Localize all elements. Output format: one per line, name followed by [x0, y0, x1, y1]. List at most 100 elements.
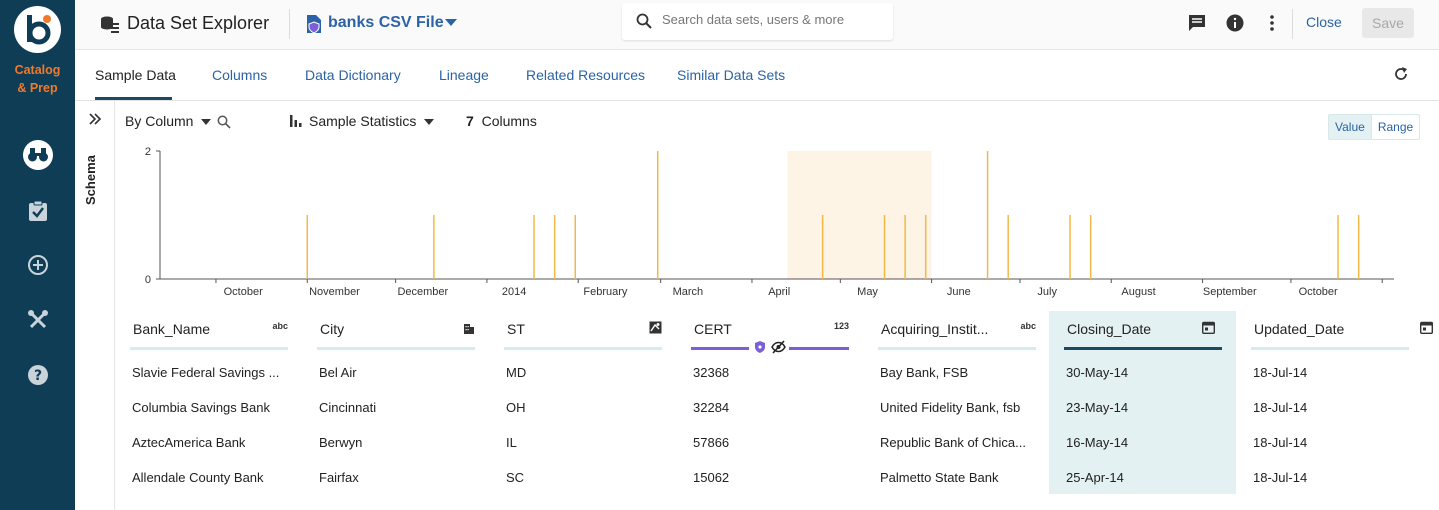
histogram-bar[interactable] — [904, 215, 906, 279]
chevron-down-icon — [201, 119, 212, 126]
table-cell[interactable]: Republic Bank of Chica... — [880, 435, 1026, 450]
table-cell[interactable]: Fairfax — [319, 470, 359, 485]
info-icon — [1226, 14, 1244, 32]
histogram-bar[interactable] — [433, 215, 435, 279]
table-cell[interactable]: Palmetto State Bank — [880, 470, 999, 485]
table-cell[interactable]: 18-Jul-14 — [1253, 400, 1307, 415]
table-cell[interactable]: OH — [506, 400, 526, 415]
table-cell[interactable]: Allendale County Bank — [132, 470, 264, 485]
table-column: City Bel Air Cincinnati Berwyn Fairfax — [317, 311, 504, 494]
chevron-down-icon[interactable] — [445, 19, 457, 26]
x-tick-label: May — [857, 286, 878, 298]
sidebar-item-explore[interactable] — [23, 140, 53, 170]
add-circle-icon — [28, 255, 48, 275]
column-header[interactable]: Acquiring_Instit... — [881, 321, 988, 337]
schema-label[interactable]: Schema — [83, 155, 98, 205]
histogram-bar[interactable] — [1089, 215, 1092, 279]
file-shield-icon — [305, 14, 323, 39]
table-column: CERT 123 32368 32284 57866 15062 — [691, 311, 878, 494]
table-cell[interactable]: United Fidelity Bank, fsb — [880, 400, 1020, 415]
close-button[interactable]: Close — [1306, 14, 1342, 30]
sample-statistics-dropdown[interactable]: Sample Statistics — [289, 113, 435, 129]
calendar-icon — [1201, 321, 1216, 336]
comments-button[interactable] — [1186, 12, 1208, 34]
table-cell[interactable]: 25-Apr-14 — [1066, 470, 1124, 485]
column-header[interactable]: ST — [507, 321, 525, 337]
histogram-bar[interactable] — [1069, 215, 1071, 279]
histogram-bar[interactable] — [1337, 215, 1339, 279]
tab-data-dictionary[interactable]: Data Dictionary — [305, 67, 401, 83]
table-cell[interactable]: 18-Jul-14 — [1253, 435, 1307, 450]
tab-columns[interactable]: Columns — [212, 67, 267, 83]
sidebar-item-add[interactable] — [24, 251, 52, 279]
more-options-button[interactable] — [1261, 12, 1283, 34]
x-tick-label: August — [1121, 286, 1155, 298]
range-toggle-button[interactable]: Range — [1370, 115, 1419, 139]
histogram-bar[interactable] — [306, 215, 309, 279]
column-header[interactable]: Bank_Name — [133, 321, 210, 337]
x-tick-label: June — [947, 286, 971, 298]
by-column-dropdown[interactable]: By Column — [125, 113, 212, 129]
expand-panel-button[interactable] — [87, 111, 103, 132]
table-cell[interactable]: Columbia Savings Bank — [132, 400, 270, 415]
clipboard-check-icon — [29, 200, 47, 221]
histogram-bar[interactable] — [1357, 215, 1360, 279]
histogram-bar[interactable] — [883, 215, 886, 279]
histogram-bar[interactable] — [821, 215, 824, 279]
top-bar: Data Set Explorer banks CSV File Close S… — [75, 0, 1439, 50]
column-quality-bar — [1251, 347, 1409, 350]
histogram-bar[interactable] — [924, 215, 927, 279]
x-tick-label: October — [1299, 286, 1338, 298]
column-header[interactable]: CERT — [694, 321, 732, 337]
x-tick-label: December — [397, 286, 448, 298]
logo[interactable] — [14, 6, 61, 53]
column-header[interactable]: Closing_Date — [1067, 321, 1151, 337]
search-input[interactable] — [662, 12, 882, 27]
value-toggle-button[interactable]: Value — [1329, 115, 1371, 139]
file-name[interactable]: banks CSV File — [328, 14, 444, 32]
column-search-button[interactable] — [217, 115, 231, 134]
table-cell[interactable]: Berwyn — [319, 435, 362, 450]
table-cell[interactable]: MD — [506, 365, 526, 380]
save-button[interactable]: Save — [1362, 8, 1414, 38]
table-cell[interactable]: Cincinnati — [319, 400, 376, 415]
info-button[interactable] — [1224, 12, 1246, 34]
table-cell[interactable]: Bel Air — [319, 365, 357, 380]
table-cell[interactable]: IL — [506, 435, 517, 450]
table-cell[interactable]: 32284 — [693, 400, 729, 415]
column-header[interactable]: Updated_Date — [1254, 321, 1344, 337]
eye-off-icon[interactable] — [771, 340, 786, 359]
table-cell[interactable]: 16-May-14 — [1066, 435, 1128, 450]
histogram-bar[interactable] — [574, 215, 577, 279]
y-tick-label: 2 — [145, 146, 151, 158]
histogram-bar[interactable] — [533, 215, 535, 279]
tab-similar-data-sets[interactable]: Similar Data Sets — [677, 67, 785, 83]
refresh-button[interactable] — [1393, 66, 1409, 87]
column-header[interactable]: City — [320, 321, 344, 337]
table-cell[interactable]: AztecAmerica Bank — [132, 435, 245, 450]
histogram-bar[interactable] — [986, 151, 989, 279]
tab-lineage[interactable]: Lineage — [439, 67, 489, 83]
table-cell[interactable]: 15062 — [693, 470, 729, 485]
table-cell[interactable]: Bay Bank, FSB — [880, 365, 968, 380]
table-cell[interactable]: 23-May-14 — [1066, 400, 1128, 415]
sidebar-item-help[interactable]: ? — [24, 361, 52, 389]
comment-icon — [1189, 15, 1205, 31]
table-cell[interactable]: 18-Jul-14 — [1253, 470, 1307, 485]
histogram-bar[interactable] — [553, 215, 556, 279]
histogram-bar[interactable] — [1007, 215, 1009, 279]
sidebar-item-tasks[interactable] — [24, 197, 52, 225]
tab-sample-data[interactable]: Sample Data — [95, 67, 176, 83]
table-cell[interactable]: Slavie Federal Savings ... — [132, 365, 279, 380]
table-cell[interactable]: 18-Jul-14 — [1253, 365, 1307, 380]
x-tick-label: March — [673, 286, 704, 298]
table-cell[interactable]: 57866 — [693, 435, 729, 450]
selected-range[interactable] — [787, 151, 932, 279]
table-cell[interactable]: 32368 — [693, 365, 729, 380]
table-cell[interactable]: SC — [506, 470, 524, 485]
sidebar: Catalog & Prep ? — [0, 0, 75, 510]
histogram-bar[interactable] — [656, 151, 659, 279]
sidebar-item-tools[interactable] — [24, 306, 52, 334]
tab-related-resources[interactable]: Related Resources — [526, 67, 645, 83]
table-cell[interactable]: 30-May-14 — [1066, 365, 1128, 380]
